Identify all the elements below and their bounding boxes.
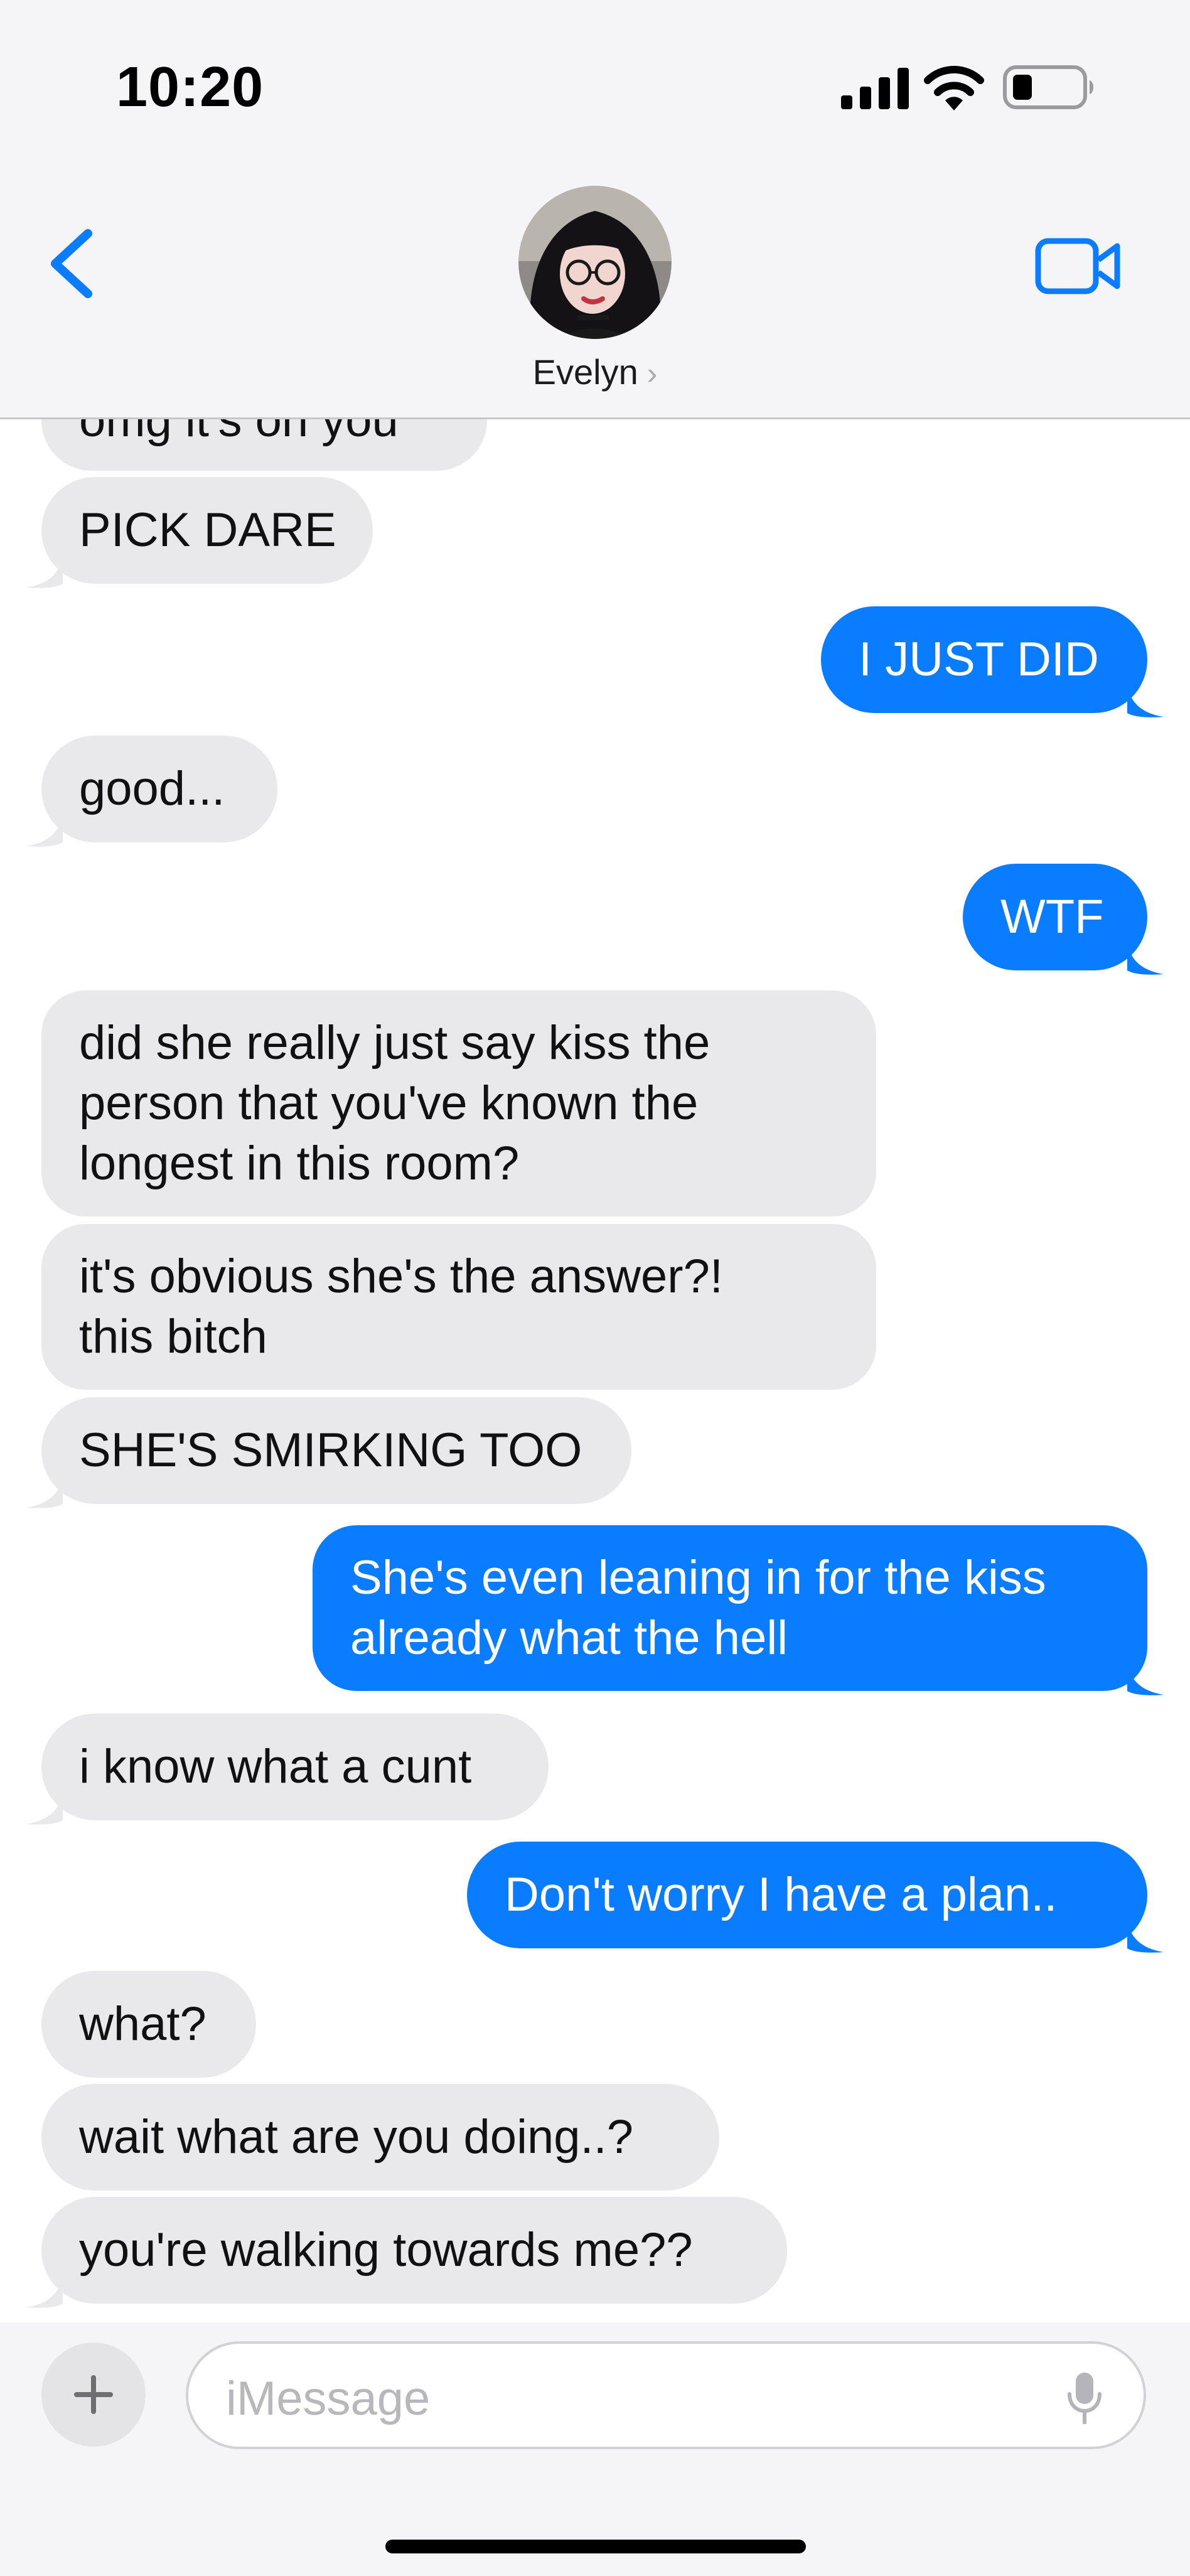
- message-line: did she really just say kiss the: [79, 1016, 710, 1070]
- message-text: good...: [79, 762, 225, 815]
- bubble-tail: [1127, 1660, 1164, 1695]
- message-incoming[interactable]: you're walking towards me??: [41, 2197, 787, 2304]
- message-outgoing[interactable]: I JUST DID: [821, 606, 1147, 713]
- battery-icon: [1003, 65, 1093, 109]
- message-text: you're walking towards me??: [79, 2223, 693, 2277]
- input-placeholder: iMessage: [226, 2372, 431, 2425]
- bubble-tail: [1127, 1917, 1164, 1953]
- conversation-header: 10:20 Evelyn ›: [0, 0, 1190, 419]
- message-line: already what the hell: [350, 1611, 788, 1665]
- message-incoming[interactable]: wait what are you doing..?: [41, 2084, 719, 2191]
- message-outgoing[interactable]: She's even leaning in for the kiss alrea…: [313, 1525, 1147, 1691]
- message-text: Don't worry I have a plan..: [505, 1868, 1058, 1921]
- microphone-icon[interactable]: [1067, 2371, 1102, 2424]
- plus-button[interactable]: [41, 2343, 146, 2447]
- video-call-icon[interactable]: [1034, 236, 1122, 296]
- message-text: I JUST DID: [859, 633, 1099, 686]
- message-text: PICK DARE: [79, 503, 336, 557]
- imessage-input[interactable]: iMessage: [186, 2341, 1146, 2449]
- message-incoming[interactable]: good...: [41, 736, 277, 842]
- cellular-signal-icon: [841, 68, 909, 109]
- wifi-icon: [924, 65, 984, 110]
- home-indicator[interactable]: [385, 2540, 806, 2553]
- bubble-tail: [1127, 939, 1164, 975]
- bubble-tail: [26, 552, 63, 588]
- message-outgoing[interactable]: WTF: [963, 864, 1147, 970]
- bubble-tail: [26, 811, 63, 847]
- message-text: SHE'S SMIRKING TOO: [79, 1424, 582, 1477]
- message-text: i know what a cunt: [79, 1740, 472, 1793]
- message-text: WTF: [1000, 890, 1104, 943]
- message-incoming[interactable]: PICK DARE: [41, 477, 373, 584]
- contact-name: Evelyn: [532, 352, 638, 392]
- bubble-tail: [1127, 682, 1164, 717]
- status-time: 10:20: [116, 56, 264, 119]
- message-incoming[interactable]: it's obvious she's the answer?! this bit…: [41, 1224, 876, 1390]
- message-line: longest in this room?: [79, 1137, 520, 1190]
- message-incoming[interactable]: i know what a cunt: [41, 1714, 549, 1820]
- bubble-tail: [26, 2272, 63, 2308]
- message-incoming[interactable]: did she really just say kiss the person …: [41, 990, 876, 1216]
- chevron-right-icon: ›: [646, 356, 658, 391]
- plus-icon: [74, 2375, 113, 2414]
- message-outgoing[interactable]: Don't worry I have a plan..: [467, 1842, 1147, 1948]
- back-chevron-icon[interactable]: [44, 226, 100, 301]
- message-line: person that you've known the: [79, 1076, 699, 1130]
- contact-name-button[interactable]: Evelyn ›: [0, 352, 1190, 392]
- message-incoming[interactable]: what?: [41, 1971, 256, 2078]
- message-text: what?: [79, 1997, 206, 2051]
- bubble-tail: [26, 1789, 63, 1825]
- message-line: it's obvious she's the answer?!: [79, 1250, 723, 1303]
- messages-screen: omg it's on you PICK DARE I JUST DID goo…: [0, 0, 1190, 2576]
- message-text: wait what are you doing..?: [79, 2110, 633, 2164]
- bubble-tail: [26, 1473, 63, 1508]
- avatar[interactable]: [518, 186, 672, 339]
- message-line: this bitch: [79, 1310, 267, 1363]
- message-incoming[interactable]: SHE'S SMIRKING TOO: [41, 1397, 631, 1504]
- message-line: She's even leaning in for the kiss: [350, 1551, 1046, 1604]
